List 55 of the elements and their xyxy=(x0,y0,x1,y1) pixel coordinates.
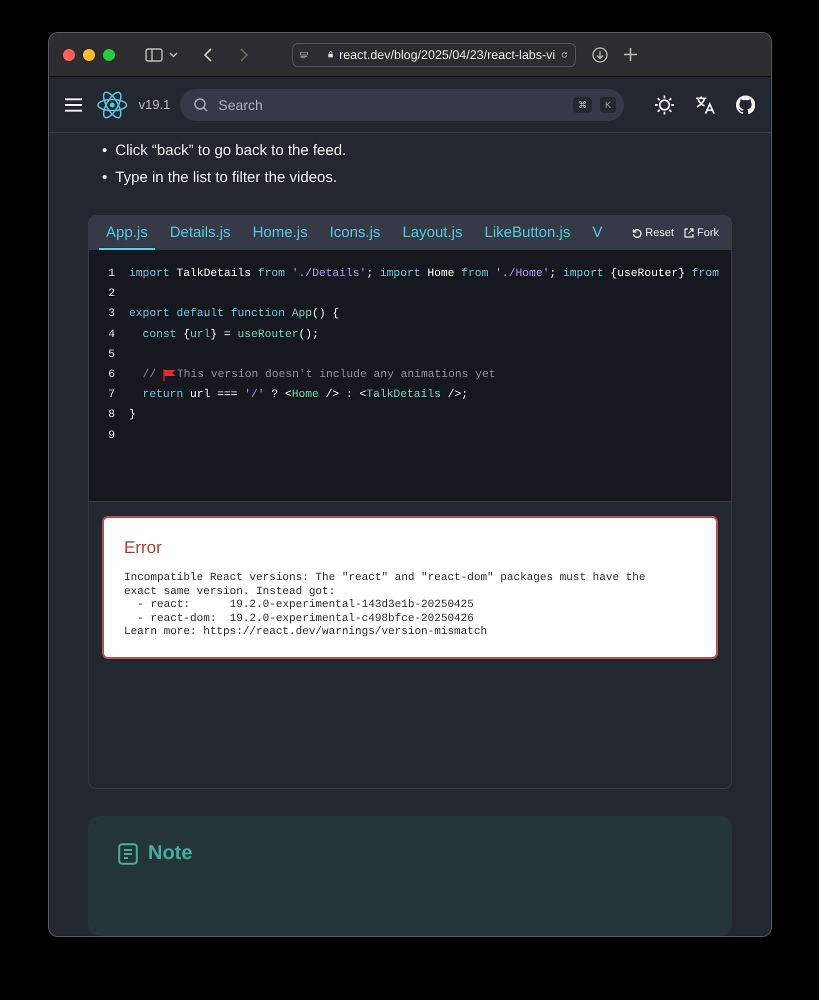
shortcut-key: ⌘ xyxy=(572,96,592,112)
line-number: 6 xyxy=(107,369,115,382)
line-number: 1 xyxy=(107,268,115,280)
close-window-button[interactable] xyxy=(63,48,75,60)
code-line: return url === '/' ? <Home /> : <TalkDetails />; xyxy=(142,389,468,402)
sun-icon[interactable] xyxy=(654,94,675,116)
file-tab[interactable]: Layout.js xyxy=(395,216,470,250)
download-icon[interactable] xyxy=(592,46,608,62)
code-line: // This version doesn't include any animations yet xyxy=(142,369,496,382)
chevron-down-icon[interactable] xyxy=(169,52,178,58)
new-tab-icon[interactable] xyxy=(624,48,637,61)
fork-button[interactable]: Fork xyxy=(684,227,719,239)
github-icon[interactable] xyxy=(736,94,755,114)
shortcut-key: K xyxy=(600,96,616,112)
address-bar[interactable]: react.dev/blog/2025/04/23/react-labs-vi xyxy=(292,42,576,66)
file-tab[interactable]: LikeButton.js xyxy=(477,216,578,250)
code-line: export default function App() { xyxy=(129,308,340,320)
code-line: import TalkDetails from './Details'; import Home from './Home'; import {useRouter} from xyxy=(129,268,719,280)
error-message: Incompatible React versions: The "react" and "react-dom" packages must have the exact same version. Instead got: - react: 19.2.0-experimental-143d3e1b-20250425 - react-dom: 19.2.0-experimental-c498bfce-20250426 Learn more: https://react.dev/warnings/version-mismatch xyxy=(124,572,646,640)
line-number: 9 xyxy=(107,430,115,442)
bullet-text: Click “back” to go back to the feed. xyxy=(115,142,346,159)
file-tab[interactable]: V xyxy=(585,216,610,250)
bullet-text: Type in the list to filter the videos. xyxy=(115,169,338,186)
reset-button[interactable]: Reset xyxy=(632,227,674,239)
lock-icon xyxy=(328,49,334,60)
search-icon xyxy=(194,98,208,112)
note-title: Note xyxy=(148,842,192,865)
file-tab[interactable]: Details.js xyxy=(162,216,238,250)
back-icon[interactable] xyxy=(204,48,212,62)
minimize-window-button[interactable] xyxy=(83,48,95,60)
file-tab[interactable]: Icons.js xyxy=(322,216,388,250)
reset-icon xyxy=(632,228,642,238)
external-link-icon xyxy=(684,228,694,238)
atom-logo-icon[interactable] xyxy=(96,90,129,120)
note-icon xyxy=(118,842,138,864)
line-number: 3 xyxy=(107,308,115,320)
error-title: Error xyxy=(124,538,163,558)
search-input[interactable]: Search xyxy=(216,96,565,114)
line-number: 2 xyxy=(107,288,115,300)
sidebar-icon[interactable] xyxy=(145,48,163,62)
file-tab[interactable]: Home.js xyxy=(246,216,315,250)
bullet-marker: • xyxy=(102,142,108,159)
line-number: 4 xyxy=(107,328,115,341)
line-number: 8 xyxy=(107,409,115,422)
menu-icon[interactable] xyxy=(65,98,82,112)
search-field[interactable]: Search ⌘ K xyxy=(180,88,624,120)
line-number: 5 xyxy=(107,348,115,361)
version-label: v19.1 xyxy=(138,97,170,112)
code-line: } xyxy=(129,409,136,422)
translate-icon[interactable] xyxy=(694,94,716,114)
flag-icon xyxy=(162,369,176,382)
bullet-marker: • xyxy=(102,169,108,186)
code-line: const {url} = useRouter(); xyxy=(142,328,319,341)
zoom-window-button[interactable] xyxy=(103,48,115,60)
line-number: 7 xyxy=(107,389,115,402)
